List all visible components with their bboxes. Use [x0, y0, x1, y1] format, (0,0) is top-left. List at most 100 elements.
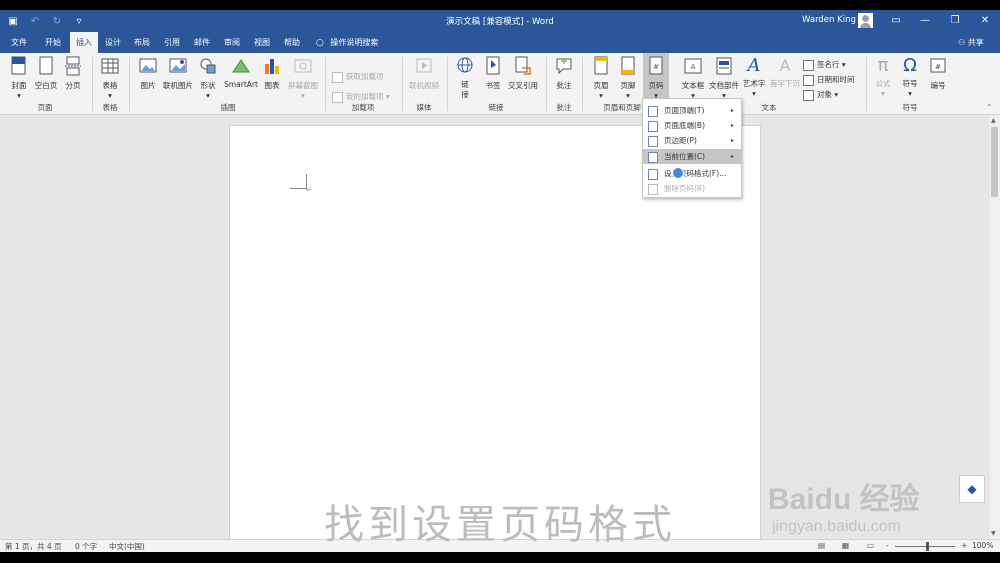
group-label-illustrations: 插图 [220, 103, 236, 112]
submenu-arrow-icon: ▸ [731, 153, 735, 160]
menu-item-page-margins[interactable]: 页边距(P) ▸ [643, 133, 741, 148]
online-video-label: 联机视频 [409, 81, 439, 90]
footer-button[interactable]: 页脚 ▾ [615, 56, 641, 100]
pi-icon: π [877, 55, 889, 76]
share-icon: ⚇ [958, 38, 966, 47]
tab-design[interactable]: 设计 [100, 32, 126, 53]
tab-help[interactable]: 帮助 [279, 32, 305, 53]
shapes-button[interactable]: 形状 ▾ [196, 56, 220, 100]
menu-item-label: 页面顶端(T) [664, 106, 705, 115]
share-label: 共享 [967, 38, 984, 47]
signature-line-button[interactable]: 签名行 ▾ [803, 59, 846, 71]
minimize-icon[interactable]: — [918, 14, 932, 28]
menu-item-top-of-page[interactable]: 页面顶端(T) ▸ [643, 103, 741, 118]
my-addins-label: 我的加载项 [346, 92, 384, 101]
avatar[interactable] [858, 13, 873, 28]
header-button[interactable]: 页眉 ▾ [588, 56, 614, 100]
page-bottom-icon [648, 121, 658, 132]
blank-page-button[interactable]: 空白页 [32, 56, 60, 91]
tab-layout[interactable]: 布局 [129, 32, 155, 53]
restore-icon[interactable]: ❐ [948, 14, 962, 28]
textbox-icon: A [684, 58, 702, 74]
group-label-pages: 页面 [37, 103, 53, 112]
numbering-button[interactable]: # 编号 [926, 56, 950, 91]
group-label-addins: 加载项 [351, 103, 375, 112]
title-bar: ▣ ↶ ↻ ▿ 演示文稿 [兼容模式] - Word Warden King ▭… [0, 10, 1000, 32]
textbox-button[interactable]: A 文本框 ▾ [678, 56, 708, 100]
tab-view[interactable]: 视图 [249, 32, 275, 53]
ribbon-tabs: 文件 开始 插入 设计 布局 引用 邮件 审阅 视图 帮助 ○ 操作说明搜索 ⚇… [0, 32, 1000, 53]
page-number-label: 页码 [648, 81, 664, 90]
page-break-button[interactable]: 分页 [60, 56, 86, 91]
tab-mailings[interactable]: 邮件 [189, 32, 215, 53]
screenshot-icon [294, 59, 312, 73]
bookmark-button[interactable]: 书签 [480, 56, 506, 91]
online-video-button[interactable]: 联机视频 [406, 56, 442, 91]
header-icon [594, 56, 608, 75]
table-icon [101, 58, 119, 74]
tell-me-search[interactable]: ○ 操作说明搜索 [316, 32, 378, 53]
bookmark-label: 书签 [485, 81, 501, 90]
tab-home[interactable]: 开始 [38, 32, 68, 53]
signature-icon [803, 59, 814, 71]
group-separator [129, 57, 130, 111]
drop-cap-button[interactable]: A 首字下沉 [768, 56, 802, 89]
tab-review[interactable]: 审阅 [219, 32, 245, 53]
lightbulb-icon: ○ [316, 38, 324, 48]
menu-item-bottom-of-page[interactable]: 页面底端(B) ▸ [643, 118, 741, 133]
smartart-button[interactable]: SmartArt [222, 56, 260, 89]
cross-reference-button[interactable]: 交叉引用 [506, 56, 540, 91]
cross-reference-label: 交叉引用 [508, 81, 538, 90]
word-window: ▣ ↶ ↻ ▿ 演示文稿 [兼容模式] - Word Warden King ▭… [0, 10, 1000, 552]
ribbon-display-icon[interactable]: ▭ [889, 14, 903, 28]
video-icon [416, 58, 432, 73]
user-name[interactable]: Warden King [802, 15, 856, 25]
comment-button[interactable]: 批注 [552, 56, 576, 91]
omega-icon: Ω [903, 55, 917, 76]
vertical-scrollbar[interactable]: ▲ ▼ [990, 115, 1000, 539]
screenshot-button[interactable]: 屏幕截图 ▾ [285, 56, 321, 100]
picture-icon [139, 58, 157, 73]
ribbon-insert: 封面 ▾ 空白页 分页 页面 表格 ▾ 表格 图片 联机图片 形状 ▾ Smar… [0, 53, 1000, 115]
date-time-button[interactable]: 日期和时间 [803, 74, 855, 86]
link-button[interactable]: 链接 [453, 56, 477, 100]
comment-label: 批注 [556, 81, 572, 90]
chart-button[interactable]: 图表 [260, 56, 284, 91]
format-page-numbers-icon [648, 169, 658, 180]
scrollbar-thumb[interactable] [991, 127, 998, 197]
comment-icon [556, 58, 572, 75]
menu-item-remove-page-numbers[interactable]: 删除页码(R) [643, 181, 741, 196]
page-number-button[interactable]: # 页码 ▾ [643, 53, 669, 102]
tab-insert[interactable]: 插入 [70, 32, 98, 53]
equation-button[interactable]: π 公式 ▾ [871, 55, 895, 99]
smartart-icon [232, 59, 250, 73]
quick-parts-button[interactable]: 文档部件 ▾ [708, 56, 740, 100]
scroll-up-icon[interactable]: ▲ [991, 117, 996, 124]
get-addins-button[interactable]: 获取加载项 [332, 71, 384, 83]
drop-cap-label: 首字下沉 [770, 79, 800, 88]
svg-text:#: # [935, 63, 941, 71]
tell-me-label: 操作说明搜索 [330, 38, 379, 47]
tab-references[interactable]: 引用 [159, 32, 185, 53]
current-position-icon [648, 152, 658, 163]
online-picture-button[interactable]: 联机图片 [161, 56, 195, 91]
collapse-ribbon-icon[interactable]: ⌃ [986, 103, 993, 112]
table-button[interactable]: 表格 ▾ [97, 56, 123, 100]
close-icon[interactable]: ✕ [978, 14, 992, 28]
paragraph-mark: ↵ [306, 186, 312, 194]
symbol-button[interactable]: Ω 符号 ▾ [898, 55, 922, 99]
cover-page-button[interactable]: 封面 ▾ [4, 56, 34, 100]
picture-button[interactable]: 图片 [135, 56, 161, 91]
menu-item-label: 页面底端(B) [664, 121, 705, 130]
menu-item-current-position[interactable]: 当前位置(C) ▸ [643, 149, 741, 164]
textbox-label: 文本框 [681, 81, 705, 90]
wordart-button[interactable]: A 艺术字 ▾ [740, 56, 768, 99]
group-label-tables: 表格 [102, 103, 118, 112]
share-button[interactable]: ⚇ 共享 [958, 32, 984, 53]
wordart-label: 艺术字 [742, 79, 766, 88]
footer-icon [621, 56, 635, 75]
tab-file[interactable]: 文件 [4, 32, 34, 53]
object-button[interactable]: 对象 ▾ [803, 89, 838, 101]
menu-item-format-page-numbers[interactable]: 设置页码格式(F)... [643, 166, 741, 181]
screenshot-label: 屏幕截图 [288, 81, 318, 90]
